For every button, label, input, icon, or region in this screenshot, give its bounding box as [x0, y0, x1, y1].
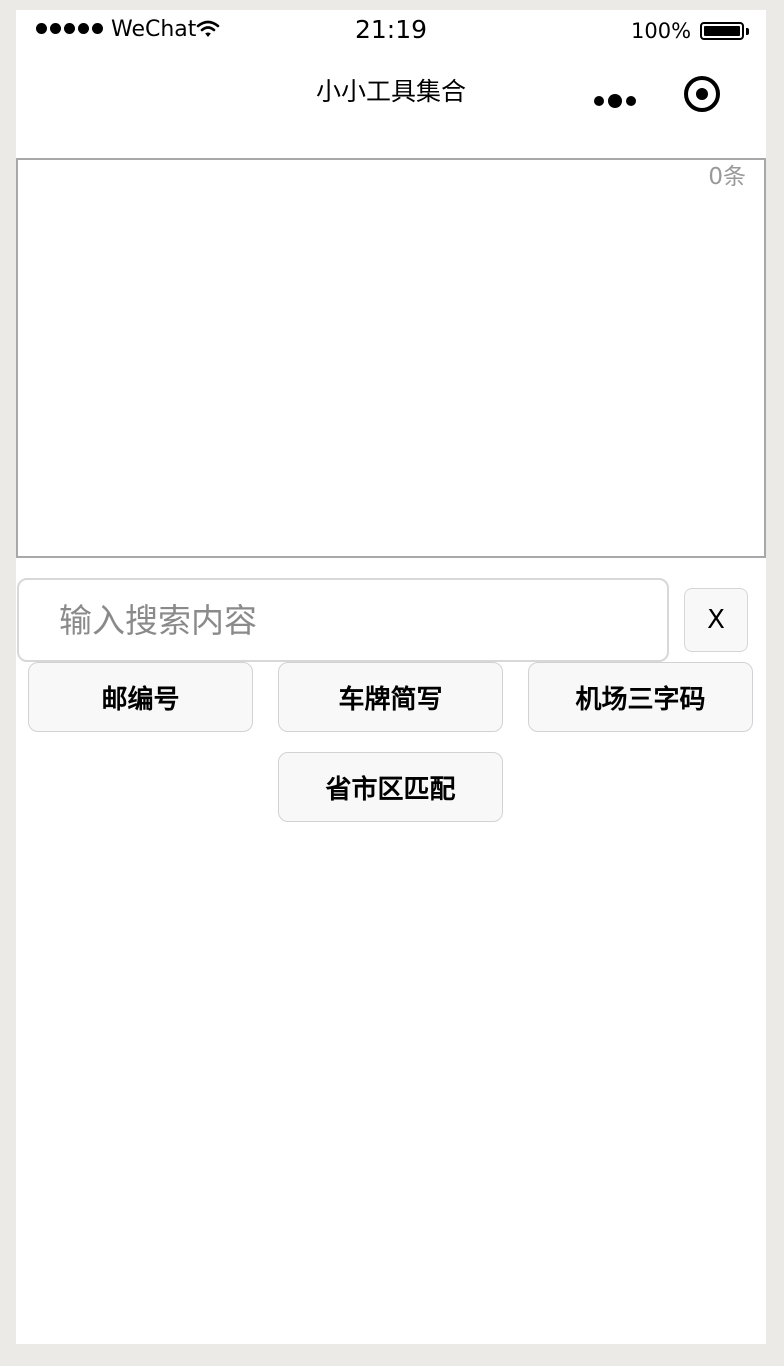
results-panel: 0条: [16, 158, 766, 558]
more-icon[interactable]: [594, 94, 636, 108]
battery-icon: [700, 22, 744, 40]
navigation-bar: 小小工具集合: [16, 50, 766, 138]
postcode-button[interactable]: 邮编号: [28, 662, 253, 732]
close-miniprogram-icon[interactable]: [684, 76, 720, 112]
clear-button[interactable]: X: [684, 588, 748, 652]
license-plate-button[interactable]: 车牌简写: [278, 662, 503, 732]
region-match-button[interactable]: 省市区匹配: [278, 752, 503, 822]
page-title: 小小工具集合: [315, 77, 466, 106]
status-bar: WeChat 21:19 100%: [16, 10, 766, 50]
phone-screen: WeChat 21:19 100% 小小工具集合 0条 X 邮编号 车牌简写 机…: [16, 10, 766, 1344]
airport-code-button[interactable]: 机场三字码: [528, 662, 753, 732]
battery-percentage: 100%: [631, 19, 692, 43]
search-input[interactable]: [17, 578, 669, 662]
results-count: 0条: [708, 164, 746, 190]
battery-tip: [746, 28, 749, 35]
